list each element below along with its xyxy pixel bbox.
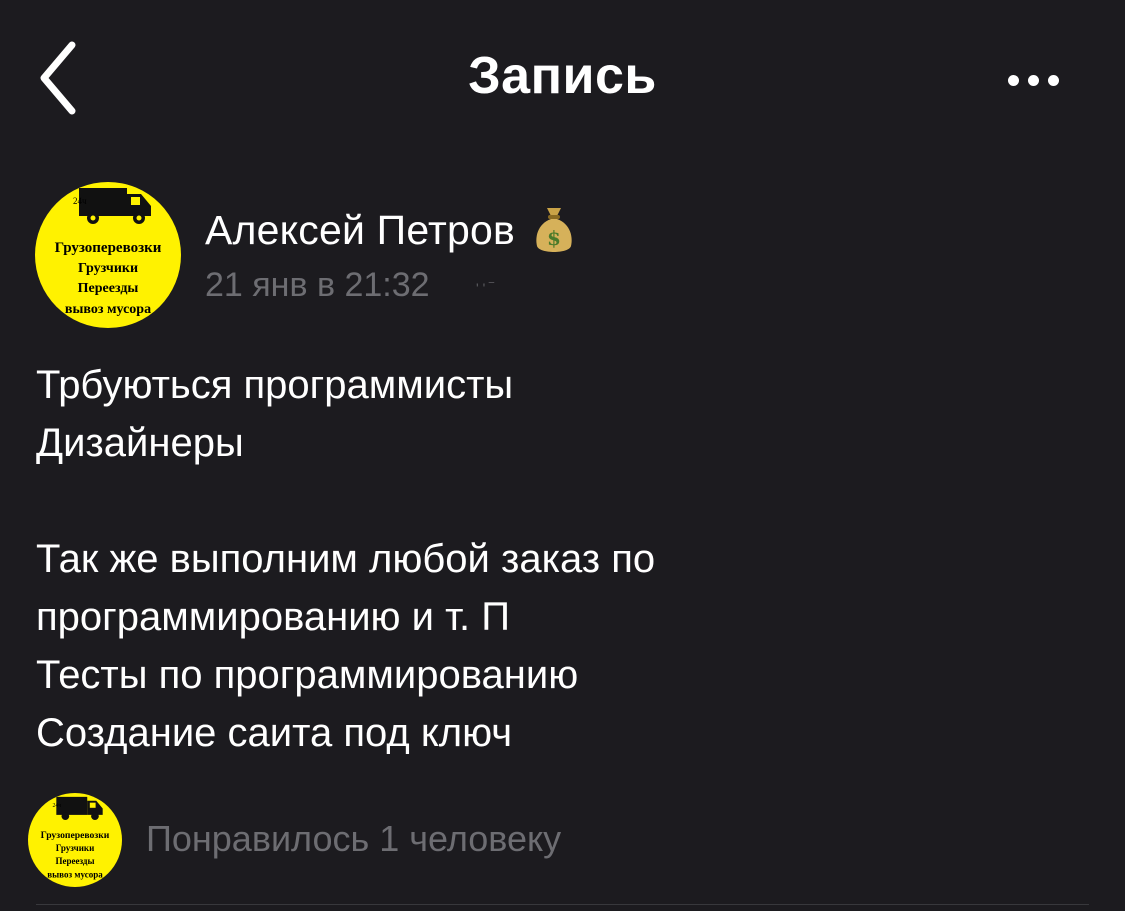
svg-text:Переезды: Переезды xyxy=(55,856,94,866)
post-line: Дизайнеры xyxy=(36,421,244,465)
svg-text:Грузоперевозки: Грузоперевозки xyxy=(55,240,162,256)
svg-text:Грузчики: Грузчики xyxy=(56,843,95,853)
money-bag-icon: $ xyxy=(536,208,572,252)
svg-text:Грузоперевозки: Грузоперевозки xyxy=(41,830,110,841)
nav-bar: Запись xyxy=(0,0,1125,160)
post-screen: Запись 24ч Грузоперевозки Грузчики Перее… xyxy=(0,0,1125,911)
author-avatar[interactable]: 24ч Грузоперевозки Грузчики Переезды выв… xyxy=(35,182,181,328)
svg-text:Грузчики: Грузчики xyxy=(78,261,138,276)
page-title: Запись xyxy=(468,47,657,105)
post-date: 21 янв в 21:32 xyxy=(205,266,430,304)
divider xyxy=(36,904,1089,905)
more-dot xyxy=(1007,74,1019,86)
svg-text:вывоз мусора: вывоз мусора xyxy=(65,302,151,317)
more-dot xyxy=(1047,74,1059,86)
author-name-row[interactable]: Алексей Петров $ xyxy=(205,204,575,256)
post-line: программированию и т. П xyxy=(36,595,510,639)
post-line: Тесты по программированию xyxy=(36,653,579,697)
svg-text:24ч: 24ч xyxy=(52,803,61,809)
post-line: Создание саита под ключ xyxy=(36,711,513,755)
dim-marks: ' ' ‾ xyxy=(476,280,494,296)
post-line xyxy=(36,472,1096,530)
svg-text:вывоз мусора: вывоз мусора xyxy=(47,869,103,879)
svg-text:Переезды: Переезды xyxy=(78,281,139,296)
post-body: Трбуються программисты Дизайнеры Так же … xyxy=(36,356,1096,762)
avatar-logo: 24ч Грузоперевозки Грузчики Переезды выв… xyxy=(28,793,122,887)
svg-text:24ч: 24ч xyxy=(73,196,87,206)
more-dot xyxy=(1027,74,1039,86)
post-line: Трбуються программисты xyxy=(36,363,514,407)
avatar-logo: 24ч Грузоперевозки Грузчики Переезды выв… xyxy=(35,182,181,328)
svg-text:$: $ xyxy=(547,226,561,250)
post-line: Так же выполним любой заказ по xyxy=(36,537,656,581)
author-name[interactable]: Алексей Петров xyxy=(205,207,515,254)
liker-avatar[interactable]: 24ч Грузоперевозки Грузчики Переезды выв… xyxy=(28,793,122,887)
likes-count[interactable]: Понравилось 1 человеку xyxy=(146,818,561,860)
more-options-button[interactable] xyxy=(993,62,1073,98)
